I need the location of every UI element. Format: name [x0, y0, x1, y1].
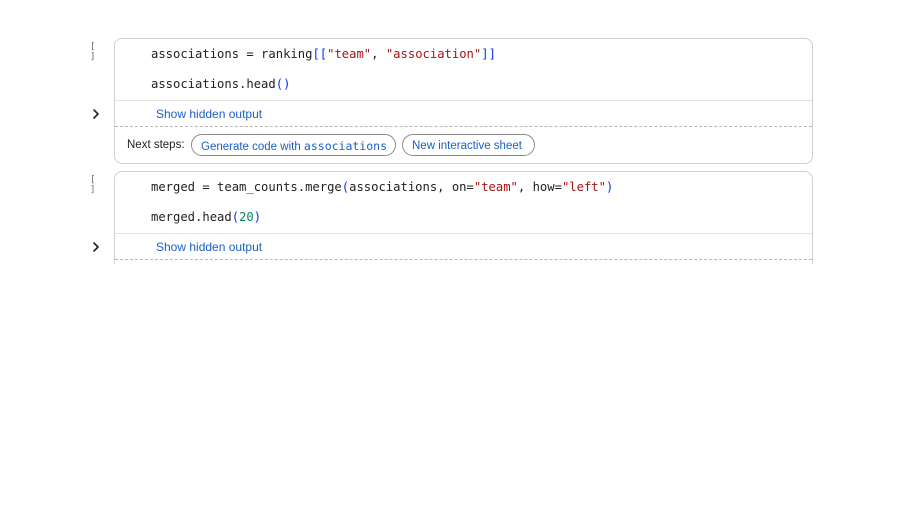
output-dashed-divider [115, 259, 812, 260]
output-divider [115, 233, 812, 234]
next-steps-label: Next steps: [127, 139, 185, 151]
show-hidden-output-link[interactable]: Show hidden output [156, 107, 262, 121]
chevron-right-icon[interactable] [91, 108, 101, 120]
generate-code-chip[interactable]: Generate code with associations [191, 134, 396, 156]
code-cell-2[interactable]: merged = team_counts.merge(associations,… [114, 171, 813, 274]
output-divider [115, 100, 812, 101]
cell-1-execution-count[interactable]: [ ] [90, 42, 104, 62]
code-line[interactable]: associations = ranking[["team", "associa… [151, 47, 496, 61]
code-line[interactable]: associations.head() [151, 77, 290, 91]
code-line[interactable]: merged = team_counts.merge(associations,… [151, 180, 613, 194]
viewport-clip [112, 264, 814, 278]
output-dashed-divider [115, 126, 812, 127]
cell-2-execution-count[interactable]: [ ] [90, 175, 104, 195]
chevron-right-icon[interactable] [91, 241, 101, 253]
code-cell-1[interactable]: associations = ranking[["team", "associa… [114, 38, 813, 164]
show-hidden-output-link[interactable]: Show hidden output [156, 240, 262, 254]
new-interactive-sheet-chip[interactable]: New interactive sheet [402, 134, 535, 156]
code-line[interactable]: merged.head(20) [151, 210, 261, 224]
